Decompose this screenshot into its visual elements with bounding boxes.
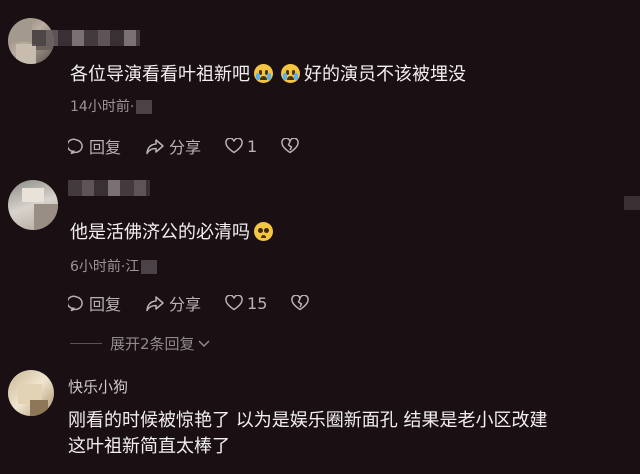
- like-count: 1: [247, 136, 258, 156]
- reply-button[interactable]: 回复: [68, 134, 121, 158]
- crying-emoji-icon: [254, 64, 273, 83]
- comment-actions: 回复 分享 1: [68, 134, 327, 158]
- username[interactable]: 快乐小狗: [68, 376, 128, 397]
- avatar[interactable]: [8, 180, 58, 230]
- comment-text: 他是活佛济公的必清吗: [70, 220, 277, 246]
- username-redacted: [32, 30, 140, 46]
- heart-icon: [225, 138, 243, 154]
- chevron-down-icon: [198, 339, 210, 347]
- comment-text: 刚看的时候被惊艳了 以为是娱乐圈新面孔 结果是老小区改建 这叶祖新简直太棒了: [68, 410, 548, 457]
- expand-replies-button[interactable]: 展开2条回复: [70, 333, 210, 354]
- reply-button[interactable]: 回复: [68, 291, 121, 315]
- share-button[interactable]: 分享: [145, 134, 201, 158]
- like-button[interactable]: 15: [225, 294, 267, 313]
- comment-text: 各位导演看看叶祖新吧 好的演员不该被埋没: [70, 64, 466, 85]
- scrollbar[interactable]: [624, 196, 640, 210]
- heart-icon: [225, 295, 243, 311]
- username-redacted: [68, 180, 150, 196]
- dislike-button[interactable]: [291, 295, 313, 311]
- pleading-emoji-icon: [254, 222, 273, 241]
- broken-heart-icon: [281, 138, 299, 154]
- comment-time: 14小时前·: [70, 96, 153, 116]
- reply-icon: [68, 295, 83, 311]
- like-count: 15: [247, 293, 268, 313]
- comment-3: 快乐小狗 刚看的时候被惊艳了 以为是娱乐圈新面孔 结果是老小区改建 这叶祖新简直…: [0, 360, 640, 474]
- share-button[interactable]: 分享: [145, 291, 201, 315]
- comment-1: 各位导演看看叶祖新吧 好的演员不该被埋没 14小时前· 回复 分享 1: [0, 0, 640, 170]
- broken-heart-icon: [291, 295, 310, 311]
- comment-time: 6小时前·江: [70, 256, 158, 276]
- dislike-button[interactable]: [281, 138, 303, 154]
- divider: [70, 343, 102, 344]
- like-button[interactable]: 1: [225, 137, 257, 156]
- comment-actions: 回复 分享 15: [68, 291, 337, 315]
- avatar[interactable]: [8, 370, 54, 416]
- reply-icon: [68, 138, 83, 154]
- share-icon: [146, 295, 164, 311]
- comment-2: 他是活佛济公的必清吗 6小时前·江 回复 分享 15: [0, 170, 640, 320]
- share-icon: [146, 138, 164, 154]
- crying-emoji-icon: [281, 64, 300, 83]
